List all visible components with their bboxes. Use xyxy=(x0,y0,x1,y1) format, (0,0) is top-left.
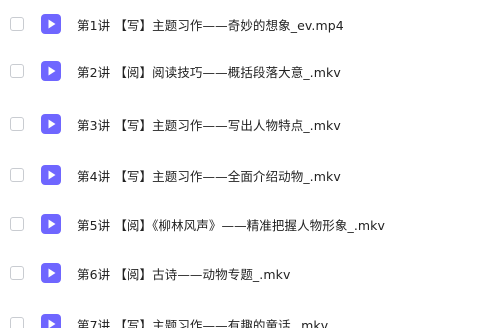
file-name[interactable]: 第7讲 【写】主题习作——有趣的童话_.mkv xyxy=(77,315,328,328)
file-name[interactable]: 第5讲 【阅】《柳林风声》——精准把握人物形象_.mkv xyxy=(77,215,385,234)
file-row[interactable]: 第2讲 【阅】阅读技巧——概括段落大意_.mkv xyxy=(0,51,487,91)
video-file-icon xyxy=(41,263,61,283)
video-file-icon xyxy=(41,14,61,34)
row-checkbox[interactable] xyxy=(10,64,24,78)
file-row[interactable]: 第1讲 【写】主题习作——奇妙的想象_ev.mp4 xyxy=(0,4,487,44)
video-file-icon xyxy=(41,214,61,234)
video-file-icon xyxy=(41,61,61,81)
file-row[interactable]: 第3讲 【写】主题习作——写出人物特点_.mkv xyxy=(0,104,487,144)
video-file-icon xyxy=(41,114,61,134)
video-file-icon xyxy=(41,165,61,185)
row-checkbox[interactable] xyxy=(10,217,24,231)
file-name[interactable]: 第3讲 【写】主题习作——写出人物特点_.mkv xyxy=(77,115,341,134)
row-checkbox[interactable] xyxy=(10,117,24,131)
file-row[interactable]: 第4讲 【写】主题习作——全面介绍动物_.mkv xyxy=(0,155,487,195)
file-name[interactable]: 第4讲 【写】主题习作——全面介绍动物_.mkv xyxy=(77,166,341,185)
file-name[interactable]: 第6讲 【阅】古诗——动物专题_.mkv xyxy=(77,264,290,283)
row-checkbox[interactable] xyxy=(10,17,24,31)
file-name[interactable]: 第1讲 【写】主题习作——奇妙的想象_ev.mp4 xyxy=(77,15,344,34)
row-checkbox[interactable] xyxy=(10,317,24,328)
file-row[interactable]: 第5讲 【阅】《柳林风声》——精准把握人物形象_.mkv xyxy=(0,204,487,244)
file-list: 第1讲 【写】主题习作——奇妙的想象_ev.mp4 第2讲 【阅】阅读技巧——概… xyxy=(0,0,487,328)
video-file-icon xyxy=(41,314,61,328)
row-checkbox[interactable] xyxy=(10,168,24,182)
row-checkbox[interactable] xyxy=(10,266,24,280)
file-row[interactable]: 第6讲 【阅】古诗——动物专题_.mkv xyxy=(0,253,487,293)
file-name[interactable]: 第2讲 【阅】阅读技巧——概括段落大意_.mkv xyxy=(77,62,341,81)
file-row[interactable]: 第7讲 【写】主题习作——有趣的童话_.mkv xyxy=(0,304,487,328)
